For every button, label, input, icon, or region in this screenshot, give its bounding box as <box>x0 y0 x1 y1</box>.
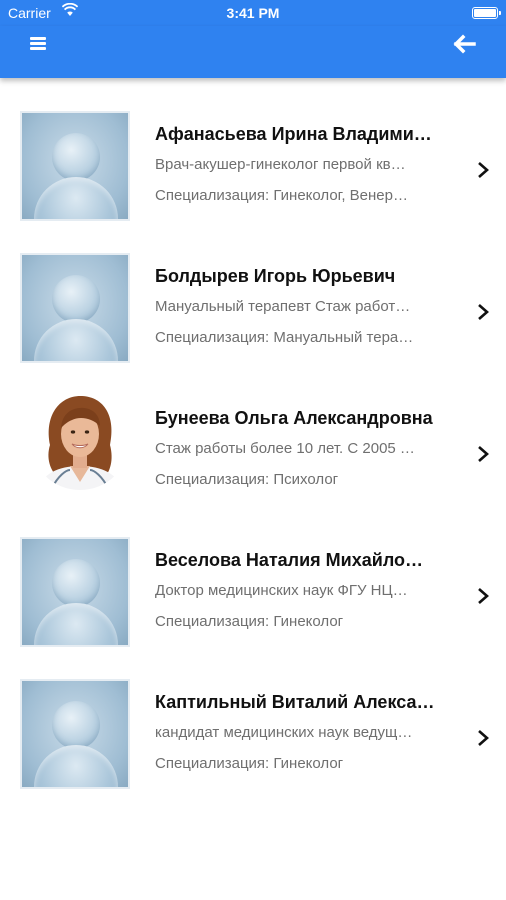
doctor-name: Каптильный Виталий Алекса… <box>155 692 435 712</box>
status-bar: Carrier 3:41 PM <box>0 0 506 26</box>
doctor-row[interactable]: Веселова Наталия Михайло… Доктор медицин… <box>0 522 506 664</box>
avatar-placeholder <box>20 253 130 363</box>
doctor-description: Мануальный терапевт Стаж работ… <box>155 298 411 315</box>
avatar-placeholder <box>20 537 130 647</box>
navigation-bar <box>0 26 506 78</box>
doctor-description: Доктор медицинских наук ФГУ НЦ… <box>155 582 408 599</box>
doctor-specialization: Специализация: Психолог <box>155 471 339 488</box>
menu-icon[interactable] <box>26 32 54 60</box>
avatar-placeholder <box>20 111 130 221</box>
doctor-description: кандидат медицинских наук ведущ… <box>155 724 413 741</box>
doctor-row[interactable]: Бунеева Ольга Александровна Стаж работы … <box>0 380 506 522</box>
chevron-right-icon <box>478 446 489 462</box>
chevron-right-icon <box>478 162 489 178</box>
doctor-specialization: Специализация: Гинеколог, Венер… <box>155 187 408 204</box>
doctor-list: Афанасьева Ирина Владими… Врач-акушер-ги… <box>0 96 506 806</box>
doctor-description: Стаж работы более 10 лет. С 2005 … <box>155 440 415 457</box>
doctor-row[interactable]: Каптильный Виталий Алекса… кандидат меди… <box>0 664 506 806</box>
doctor-name: Афанасьева Ирина Владими… <box>155 124 432 144</box>
doctor-specialization: Специализация: Гинеколог <box>155 755 344 772</box>
doctor-row[interactable]: Болдырев Игорь Юрьевич Мануальный терапе… <box>0 238 506 380</box>
doctor-name: Бунеева Ольга Александровна <box>155 408 433 428</box>
doctor-row[interactable]: Афанасьева Ирина Владими… Врач-акушер-ги… <box>0 96 506 238</box>
battery-icon <box>472 7 501 19</box>
avatar-placeholder <box>20 679 130 789</box>
back-arrow-icon[interactable] <box>450 30 480 60</box>
doctor-name: Болдырев Игорь Юрьевич <box>155 266 396 286</box>
clock: 3:41 PM <box>226 5 280 21</box>
doctor-specialization: Специализация: Мануальный тера… <box>155 329 414 346</box>
doctor-specialization: Специализация: Гинеколог <box>155 613 344 630</box>
chevron-right-icon <box>478 304 489 320</box>
doctor-name: Веселова Наталия Михайло… <box>155 550 424 570</box>
chevron-right-icon <box>478 730 489 746</box>
chevron-right-icon <box>478 588 489 604</box>
doctor-description: Врач-акушер-гинеколог первой кв… <box>155 156 406 173</box>
doctor-photo <box>30 390 130 490</box>
